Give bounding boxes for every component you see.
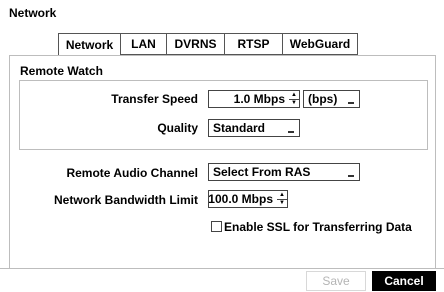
- tab-bar: Network LAN DVRNS RTSP WebGuard: [58, 33, 358, 55]
- footer-divider: [0, 268, 444, 269]
- spinner-up-icon[interactable]: ▲: [277, 191, 287, 200]
- tab-dvrns[interactable]: DVRNS: [166, 33, 224, 55]
- tab-webguard[interactable]: WebGuard: [282, 33, 358, 55]
- dropdown-arrow-icon: [348, 101, 354, 104]
- save-button[interactable]: Save: [306, 271, 366, 291]
- tab-rtsp[interactable]: RTSP: [224, 33, 282, 55]
- remote-audio-channel-value: Select From RAS: [213, 165, 311, 179]
- dropdown-arrow-icon: [288, 130, 294, 133]
- remote-audio-channel-label: Remote Audio Channel: [66, 166, 198, 180]
- quality-value: Standard: [213, 121, 266, 135]
- transfer-speed-unit-dropdown[interactable]: (bps): [303, 90, 360, 108]
- remote-watch-title: Remote Watch: [20, 64, 103, 78]
- bandwidth-spinner[interactable]: ▲ ▼: [277, 190, 288, 208]
- tab-network[interactable]: Network: [58, 33, 120, 55]
- enable-ssl-label: Enable SSL for Transferring Data: [224, 220, 412, 234]
- spinner-down-icon[interactable]: ▼: [277, 200, 287, 208]
- quality-label: Quality: [157, 121, 198, 135]
- transfer-speed-unit-value: (bps): [308, 92, 338, 106]
- network-bandwidth-limit-label: Network Bandwidth Limit: [54, 193, 198, 207]
- cancel-button[interactable]: Cancel: [372, 271, 436, 291]
- quality-dropdown[interactable]: Standard: [208, 119, 300, 137]
- spinner-down-icon[interactable]: ▼: [289, 100, 299, 108]
- network-bandwidth-limit-field[interactable]: 100.0 Mbps: [208, 190, 278, 208]
- enable-ssl-checkbox[interactable]: [211, 221, 222, 232]
- spinner-up-icon[interactable]: ▲: [289, 91, 299, 100]
- transfer-speed-spinner[interactable]: ▲ ▼: [289, 90, 300, 108]
- transfer-speed-label: Transfer Speed: [111, 92, 198, 106]
- dialog-title: Network: [9, 6, 57, 20]
- remote-audio-channel-dropdown[interactable]: Select From RAS: [208, 163, 360, 181]
- tab-lan[interactable]: LAN: [120, 33, 166, 55]
- dropdown-arrow-icon: [348, 174, 354, 177]
- transfer-speed-field[interactable]: 1.0 Mbps: [208, 90, 290, 108]
